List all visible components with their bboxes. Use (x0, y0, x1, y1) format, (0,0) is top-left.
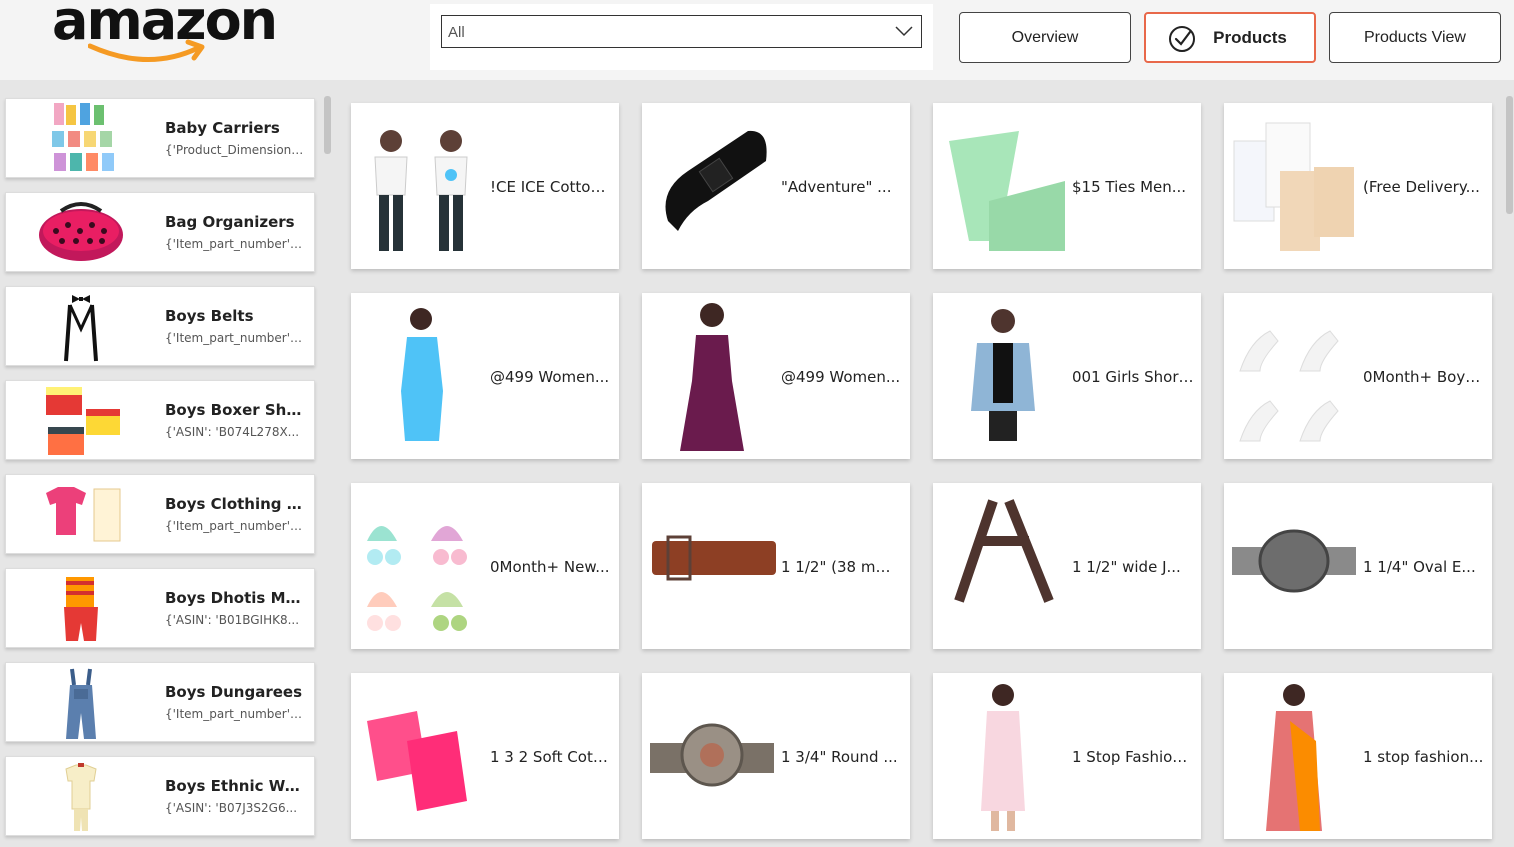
purple-dress-icon (680, 303, 744, 451)
product-label: 1 3/4" Round ... (781, 748, 898, 766)
products-button-label: Products (1213, 27, 1287, 47)
sidebar-item-bag-organizers[interactable]: Bag Organizers {'Item_part_number': ... (5, 192, 315, 272)
product-card[interactable]: 1 Stop Fashion... (933, 673, 1201, 839)
blue-dress-icon (401, 308, 443, 441)
product-card[interactable]: @499 Women... (351, 293, 619, 459)
product-label: 0Month+ Boys... (1363, 368, 1485, 386)
sidebar-item-subtitle: {'Product_Dimensions': ... (165, 143, 305, 157)
product-label: @499 Women... (781, 368, 901, 386)
sidebar-item-title: Boys Ethnic Wear (165, 777, 305, 795)
bra-case-icon (39, 202, 123, 261)
boxer-shorts-icon (46, 387, 120, 455)
sidebar-item-subtitle: {'Item_part_number': ... (165, 237, 305, 251)
sidebar-item-boys-ethnic-wear[interactable]: Boys Ethnic Wear {'ASIN': 'B07J3S2G6... (5, 756, 315, 836)
product-card[interactable]: 1 1/2" wide J... (933, 483, 1201, 649)
product-card[interactable]: 1 stop fashion... (1224, 673, 1492, 839)
product-card[interactable]: @499 Women... (642, 293, 910, 459)
saree-icon (1266, 684, 1322, 831)
product-card[interactable]: 1 3 2 Soft Cotton... (351, 673, 619, 839)
product-label: 1 1/4" Oval E... (1363, 558, 1476, 576)
product-label: 1 1/2" wide J... (1072, 558, 1181, 576)
product-label: 001 Girls Shorts... (1072, 368, 1194, 386)
product-card[interactable]: !CE ICE Cotton... (351, 103, 619, 269)
product-card[interactable]: 0Month+ Boys... (1224, 293, 1492, 459)
product-label: "Adventure" ... (781, 178, 892, 196)
brown-suspenders-icon (954, 499, 1054, 603)
product-card[interactable]: 1 1/2" (38 mm... (642, 483, 910, 649)
grid-scroll-thumb[interactable] (1506, 96, 1513, 214)
suspenders-bowtie-icon (64, 295, 98, 362)
product-label: !CE ICE Cotton... (490, 178, 612, 196)
sidebar-item-subtitle: {'ASIN': 'B07J3S2G6... (165, 801, 298, 815)
sidebar-item-boys-dhotis-mundus[interactable]: Boys Dhotis Mundus {'ASIN': 'B01BGIHK8..… (5, 568, 315, 648)
sidebar-item-boys-dungarees[interactable]: Boys Dungarees {'Item_part_number': ... (5, 662, 315, 742)
denim-vest-icon (971, 309, 1035, 441)
filter-panel: All (430, 4, 933, 70)
product-label: 1 3 2 Soft Cotton... (490, 748, 612, 766)
denim-dungaree-icon (66, 668, 96, 739)
round-buckle-icon (650, 723, 774, 787)
sidebar-item-title: Boys Clothing Sets (165, 495, 305, 513)
dropdown-value: All (448, 24, 465, 41)
bra-extender-icon (1233, 122, 1354, 251)
product-card[interactable]: 0Month+ New... (351, 483, 619, 649)
products-button[interactable]: Products (1144, 12, 1316, 63)
oval-buckle-icon (1232, 529, 1356, 593)
socks-pack-icon (52, 103, 114, 171)
shirt-dhoti-icon (46, 487, 121, 542)
pink-kurti-icon (981, 684, 1025, 831)
header-bar: amazon All Overview Products Products Vi… (0, 0, 1514, 80)
product-label: 1 Stop Fashion... (1072, 748, 1194, 766)
product-grid: !CE ICE Cotton... "Adventure" ... $15 Ti… (346, 92, 1514, 847)
product-label: (Free Delivery... (1363, 178, 1480, 196)
sidebar-item-boys-boxer-shorts[interactable]: Boys Boxer Shorts {'ASIN': 'B074L278X... (5, 380, 315, 460)
product-card[interactable]: 1 3/4" Round ... (642, 673, 910, 839)
sidebar-item-title: Bag Organizers (165, 213, 295, 231)
product-label: @499 Women... (490, 368, 610, 386)
amazon-logo: amazon (52, 0, 292, 74)
product-card[interactable]: "Adventure" ... (642, 103, 910, 269)
sidebar-item-title: Boys Dungarees (165, 683, 303, 701)
baby-caps-icon (367, 526, 467, 631)
product-card[interactable]: (Free Delivery... (1224, 103, 1492, 269)
products-view-button[interactable]: Products View (1329, 12, 1501, 63)
product-label: 1 1/2" (38 mm... (781, 558, 903, 576)
sidebar-item-subtitle: {'Item_part_number': ... (165, 519, 305, 533)
sidebar-item-title: Boys Belts (165, 307, 254, 325)
brown-belt-icon (652, 535, 776, 581)
sidebar-item-subtitle: {'Item_part_number': ... (165, 331, 305, 345)
chevron-down-icon (895, 26, 913, 37)
ethnic-kurta-icon (65, 763, 97, 831)
check-circle-icon (1169, 26, 1195, 52)
sidebar-item-subtitle: {'Item_part_number': ... (165, 707, 305, 721)
overview-button-label: Overview (1011, 28, 1079, 46)
overview-button[interactable]: Overview (959, 12, 1131, 63)
sidebar-item-subtitle: {'ASIN': 'B01BGIHK8... (165, 613, 300, 627)
logo-smile-icon (88, 39, 205, 62)
sidebar-item-title: Boys Boxer Shorts (165, 401, 305, 419)
white-socks-icon (1239, 330, 1339, 442)
sidebar-item-baby-carriers[interactable]: Baby Carriers {'Product_Dimensions': ... (5, 98, 315, 178)
product-label: 0Month+ New... (490, 558, 610, 576)
sidebar-item-subtitle: {'ASIN': 'B074L278X... (165, 425, 300, 439)
pink-booties-icon (367, 711, 467, 811)
sidebar-item-title: Baby Carriers (165, 119, 280, 137)
product-label: 1 stop fashion... (1363, 748, 1484, 766)
product-card[interactable]: 001 Girls Shorts... (933, 293, 1201, 459)
product-card[interactable]: $15 Ties Men... (933, 103, 1201, 269)
category-dropdown[interactable]: All (441, 15, 922, 48)
product-label: $15 Ties Men... (1072, 178, 1187, 196)
sidebar-scroll-thumb[interactable] (324, 96, 331, 154)
product-card[interactable]: 1 1/4" Oval E... (1224, 483, 1492, 649)
green-tie-icon (949, 131, 1065, 251)
kids-dhoti-icon (64, 577, 98, 641)
products-view-button-label: Products View (1364, 28, 1466, 46)
category-sidebar: Baby Carriers {'Product_Dimensions': ...… (0, 92, 338, 847)
kids-tshirt-icon (374, 130, 468, 251)
sidebar-item-boys-clothing-sets[interactable]: Boys Clothing Sets {'Item_part_number': … (5, 474, 315, 554)
sidebar-scrollbar[interactable] (319, 92, 337, 847)
sidebar-item-boys-belts[interactable]: Boys Belts {'Item_part_number': ... (5, 286, 315, 366)
black-belt-icon (665, 130, 767, 231)
sidebar-item-title: Boys Dhotis Mundus (165, 589, 305, 607)
